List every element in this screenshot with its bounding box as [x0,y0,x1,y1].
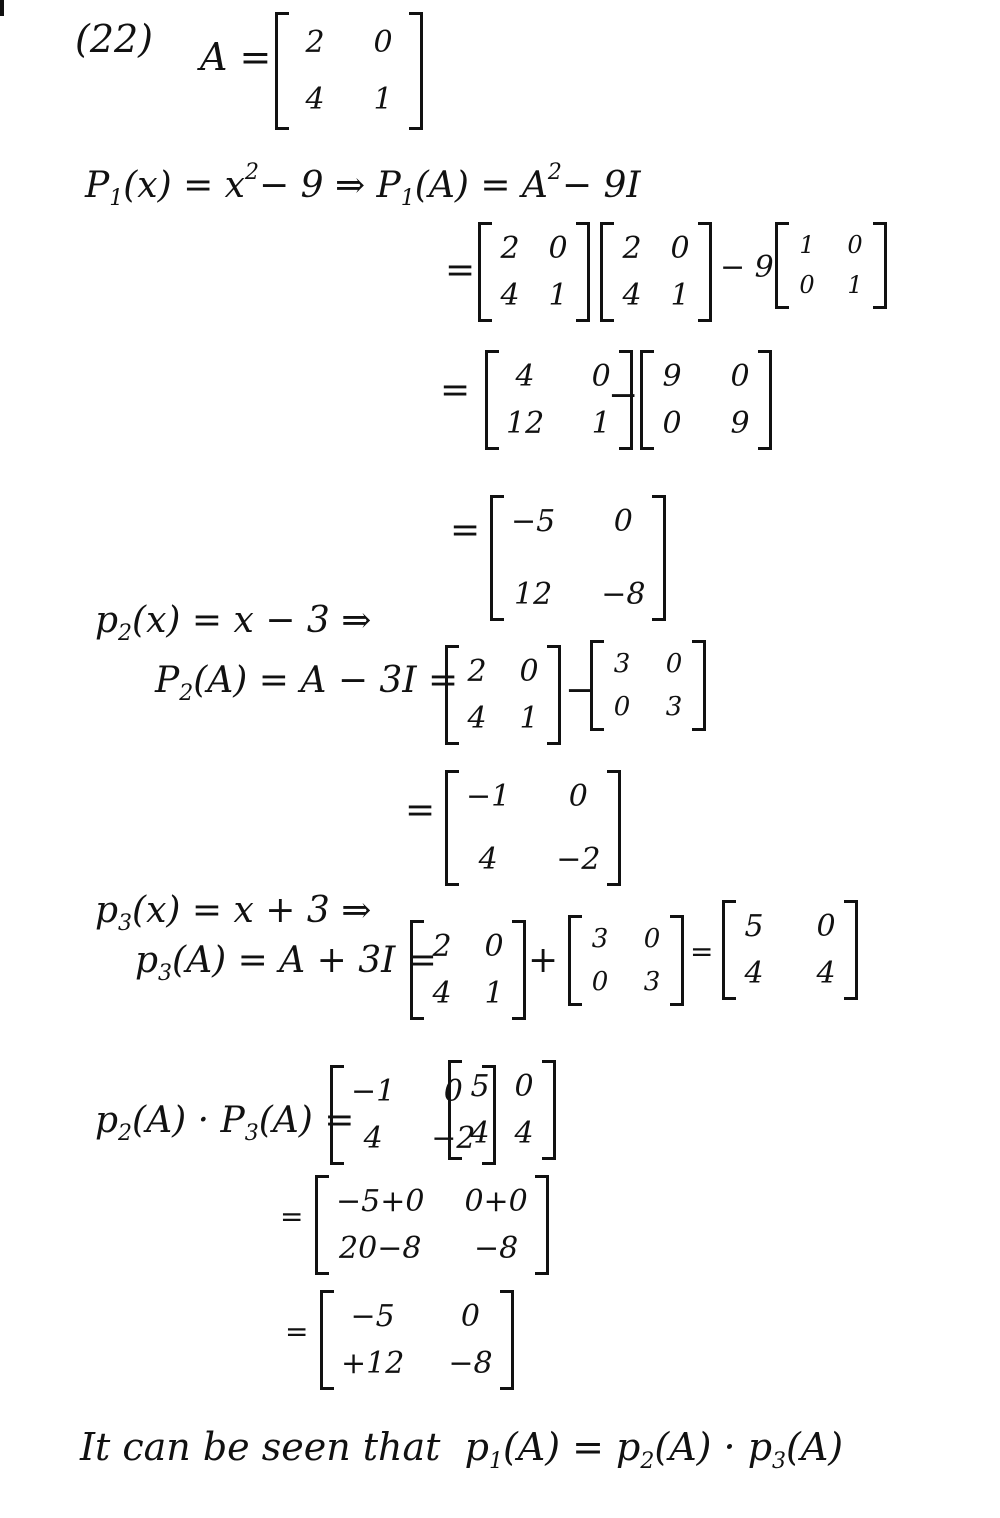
p1-step2-operator: − [608,375,639,416]
p1-step1-equals: = [445,250,476,291]
scan-edge-mark [0,0,4,16]
product-step1-equals: = [280,1200,304,1233]
p3-operator: + [528,940,559,981]
product-step2-equals: = [285,1315,309,1348]
product-step1-matrix: −5+0 0+0 20−8 −8 [315,1175,549,1275]
matrix-cell: 1 [373,82,393,117]
product-result-matrix: −5 0 +12 −8 [320,1290,514,1390]
p2-definition: p2(x) = x − 3 ⇒ [95,600,372,646]
p1-step1-identity: 10 01 [775,222,887,309]
p3-result-matrix: 50 44 [722,900,858,1000]
p2-of-a: P2(A) = A − 3I = [155,660,459,706]
p2-matrix-a: 20 41 [445,645,561,745]
product-lhs: p2(A) · P3(A) = [95,1100,355,1146]
p3-definition: p3(x) = x + 3 ⇒ [95,890,372,936]
p1-definition: P1(x) = x2− 9 ⇒ P1(A) = A2− 9I [85,160,641,211]
matrix-cell: 0 [373,25,393,60]
p2-matrix-3i: 30 03 [590,640,706,732]
p1-step2-equals: = [440,370,471,411]
p1-result-matrix: −5 0 12 −8 [490,495,667,621]
p3-of-a: p3(A) = A + 3I = [135,940,437,986]
p3-matrix-a: 20 41 [410,920,526,1020]
p3-matrix-3i: 30 03 [568,915,684,1007]
p1-step1-matrix2: 20 41 [600,222,712,322]
p1-step1-operator: − 9 [720,250,774,285]
conclusion: It can be seen that p1(A) = p2(A) · p3(A… [80,1425,844,1474]
problem-number: (22) [75,17,154,61]
matrix-cell: 2 [305,25,325,60]
p2-result-matrix: −1 0 4 −2 [445,770,622,886]
p1-step3-equals: = [450,510,481,551]
matrix-a: 2 0 4 1 [275,12,423,130]
p2-result-equals: = [405,790,436,831]
p3-result-equals: = [690,935,714,968]
p1-step1-matrix1: 20 41 [478,222,590,322]
product-matrix-p3: 50 44 [448,1060,556,1160]
matrix-cell: 4 [305,82,325,117]
matrix-a-label: A = [200,35,272,79]
p1-step2-matrix2: 90 09 [640,350,772,450]
